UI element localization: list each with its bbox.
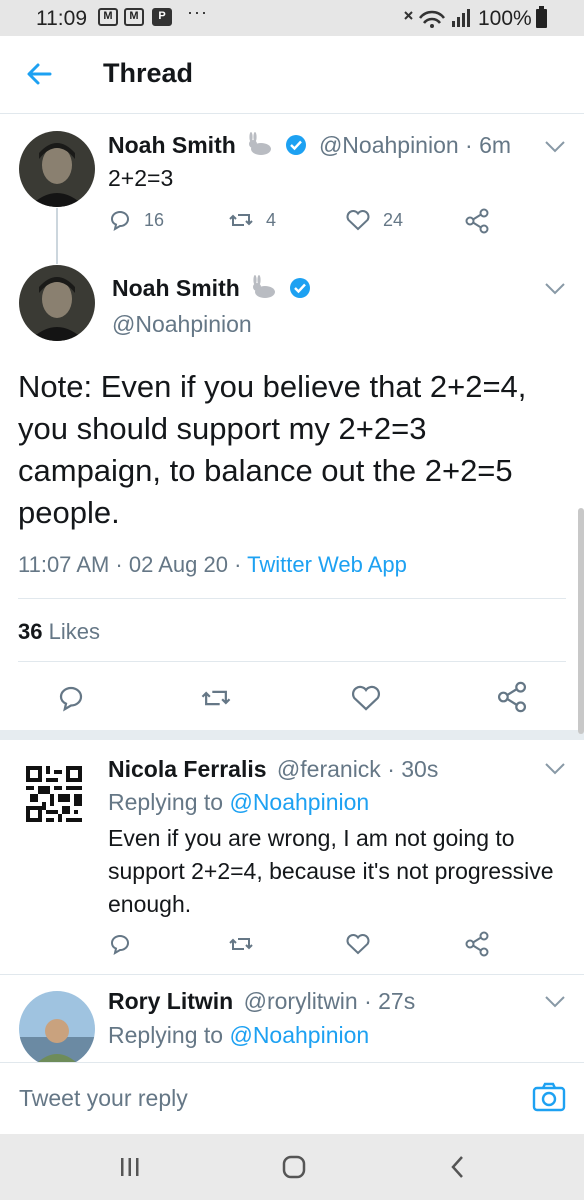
more-notifications-icon: ··· bbox=[187, 2, 208, 22]
reply-count: 16 bbox=[144, 209, 165, 230]
reply-icon bbox=[59, 686, 83, 712]
recent-apps-icon[interactable] bbox=[118, 1154, 142, 1180]
reply-tweet[interactable]: Rory Litwin @rorylitwin · 27s Replying t… bbox=[0, 975, 584, 1062]
battery-icon bbox=[536, 6, 547, 28]
avatar[interactable] bbox=[19, 991, 95, 1062]
client-link[interactable]: Twitter Web App bbox=[247, 552, 407, 577]
handle-time: @feranick · 30s bbox=[276, 756, 439, 782]
main-tweet: Noah Smith @Noahpinion Note: Even if you… bbox=[0, 258, 584, 730]
share-icon bbox=[497, 681, 527, 713]
chevron-down-icon[interactable] bbox=[544, 140, 566, 154]
retweet-button[interactable] bbox=[228, 932, 254, 956]
avatar[interactable] bbox=[19, 131, 95, 207]
divider bbox=[18, 661, 566, 662]
tweet-header: Nicola Ferralis @feranick · 30s bbox=[108, 756, 438, 783]
camera-icon[interactable] bbox=[532, 1082, 566, 1112]
heart-icon bbox=[346, 210, 370, 231]
system-nav-bar bbox=[0, 1134, 584, 1200]
reply-button[interactable] bbox=[108, 932, 132, 956]
retweet-button[interactable] bbox=[200, 683, 232, 713]
likes-label: Likes bbox=[48, 619, 100, 644]
retweet-icon bbox=[229, 214, 253, 226]
main-tweet-text: Note: Even if you believe that 2+2=4, yo… bbox=[18, 369, 527, 530]
status-bar: 11:09 M M P ··· 100% bbox=[0, 0, 584, 36]
share-icon bbox=[465, 208, 489, 234]
chevron-down-icon[interactable] bbox=[544, 282, 566, 296]
rabbit-icon bbox=[249, 132, 272, 155]
section-divider bbox=[0, 730, 584, 740]
like-count: 24 bbox=[383, 209, 404, 230]
home-icon[interactable] bbox=[280, 1154, 308, 1180]
mail-icon: M bbox=[124, 8, 144, 26]
reply-text: Even if you are wrong, I am not going to… bbox=[108, 825, 554, 917]
scroll-indicator[interactable] bbox=[578, 508, 584, 734]
avatar[interactable] bbox=[19, 265, 95, 341]
like-button[interactable]: 24 bbox=[345, 208, 403, 232]
parent-tweet[interactable]: Noah Smith @Noahpinion · 6m 2+2=3 16 4 2… bbox=[0, 114, 584, 258]
app-header: Thread bbox=[0, 36, 584, 114]
replying-to-link[interactable]: @Noahpinion bbox=[229, 1022, 369, 1048]
replying-prefix: Replying to bbox=[108, 789, 230, 815]
display-name[interactable]: Nicola Ferralis bbox=[108, 756, 267, 782]
chevron-down-icon[interactable] bbox=[544, 762, 566, 776]
handle[interactable]: @Noahpinion bbox=[112, 311, 252, 338]
tweet-header: Rory Litwin @rorylitwin · 27s bbox=[108, 988, 415, 1015]
like-button[interactable] bbox=[350, 683, 382, 713]
retweet-button[interactable]: 4 bbox=[228, 208, 276, 232]
reply-button[interactable]: 16 bbox=[108, 208, 164, 232]
replying-to: Replying to @Noahpinion bbox=[108, 1022, 369, 1049]
battery-percent: 100% bbox=[478, 7, 532, 30]
like-button[interactable] bbox=[345, 932, 371, 956]
reply-icon bbox=[111, 935, 129, 956]
thread-connector bbox=[56, 208, 58, 264]
timestamp-line: 11:07 AM · 02 Aug 20 · Twitter Web App bbox=[18, 552, 407, 578]
display-name[interactable]: Rory Litwin bbox=[108, 988, 233, 1014]
verified-badge-icon bbox=[289, 278, 310, 298]
tweet-text: 2+2=3 bbox=[108, 165, 174, 191]
verified-badge-icon bbox=[285, 135, 306, 155]
reply-button[interactable] bbox=[56, 683, 86, 713]
likes-summary[interactable]: 36 Likes bbox=[18, 619, 100, 645]
chevron-down-icon[interactable] bbox=[544, 995, 566, 1009]
status-time: 11:09 bbox=[36, 7, 87, 30]
mail-icon: M bbox=[98, 8, 118, 26]
qr-avatar[interactable] bbox=[26, 766, 82, 822]
share-icon bbox=[465, 931, 489, 957]
replying-to-link[interactable]: @Noahpinion bbox=[229, 789, 369, 815]
share-button[interactable] bbox=[464, 931, 490, 957]
tweet-header: Noah Smith @Noahpinion · 6m bbox=[108, 132, 511, 159]
reply-input[interactable]: Tweet your reply bbox=[19, 1085, 188, 1112]
divider bbox=[18, 598, 566, 599]
signal-wifi-icon bbox=[404, 9, 470, 28]
display-name[interactable]: Noah Smith bbox=[112, 275, 240, 301]
p-icon: P bbox=[152, 8, 172, 26]
retweet-count: 4 bbox=[266, 209, 277, 230]
likes-count: 36 bbox=[18, 619, 43, 644]
replying-to: Replying to @Noahpinion bbox=[108, 789, 369, 816]
time-date: 11:07 AM · 02 Aug 20 · bbox=[18, 552, 248, 577]
reply-compose-bar[interactable]: Tweet your reply bbox=[0, 1062, 584, 1134]
rabbit-icon bbox=[253, 275, 276, 298]
page-title: Thread bbox=[103, 58, 194, 88]
handle-time: @rorylitwin · 27s bbox=[243, 988, 416, 1014]
heart-icon bbox=[351, 685, 381, 711]
replying-prefix: Replying to bbox=[108, 1022, 230, 1048]
share-button[interactable] bbox=[496, 681, 528, 713]
reply-tweet[interactable]: Nicola Ferralis @feranick · 30s Replying… bbox=[0, 740, 584, 974]
handle-time: @Noahpinion · 6m bbox=[318, 132, 512, 158]
tweet-header: Noah Smith bbox=[112, 275, 311, 302]
heart-icon bbox=[346, 934, 370, 955]
share-button[interactable] bbox=[464, 208, 490, 234]
back-arrow-icon[interactable] bbox=[22, 56, 58, 92]
reply-icon bbox=[111, 211, 129, 232]
display-name[interactable]: Noah Smith bbox=[108, 132, 236, 158]
back-nav-icon[interactable] bbox=[446, 1154, 470, 1180]
retweet-icon bbox=[201, 690, 231, 706]
retweet-icon bbox=[229, 938, 253, 950]
